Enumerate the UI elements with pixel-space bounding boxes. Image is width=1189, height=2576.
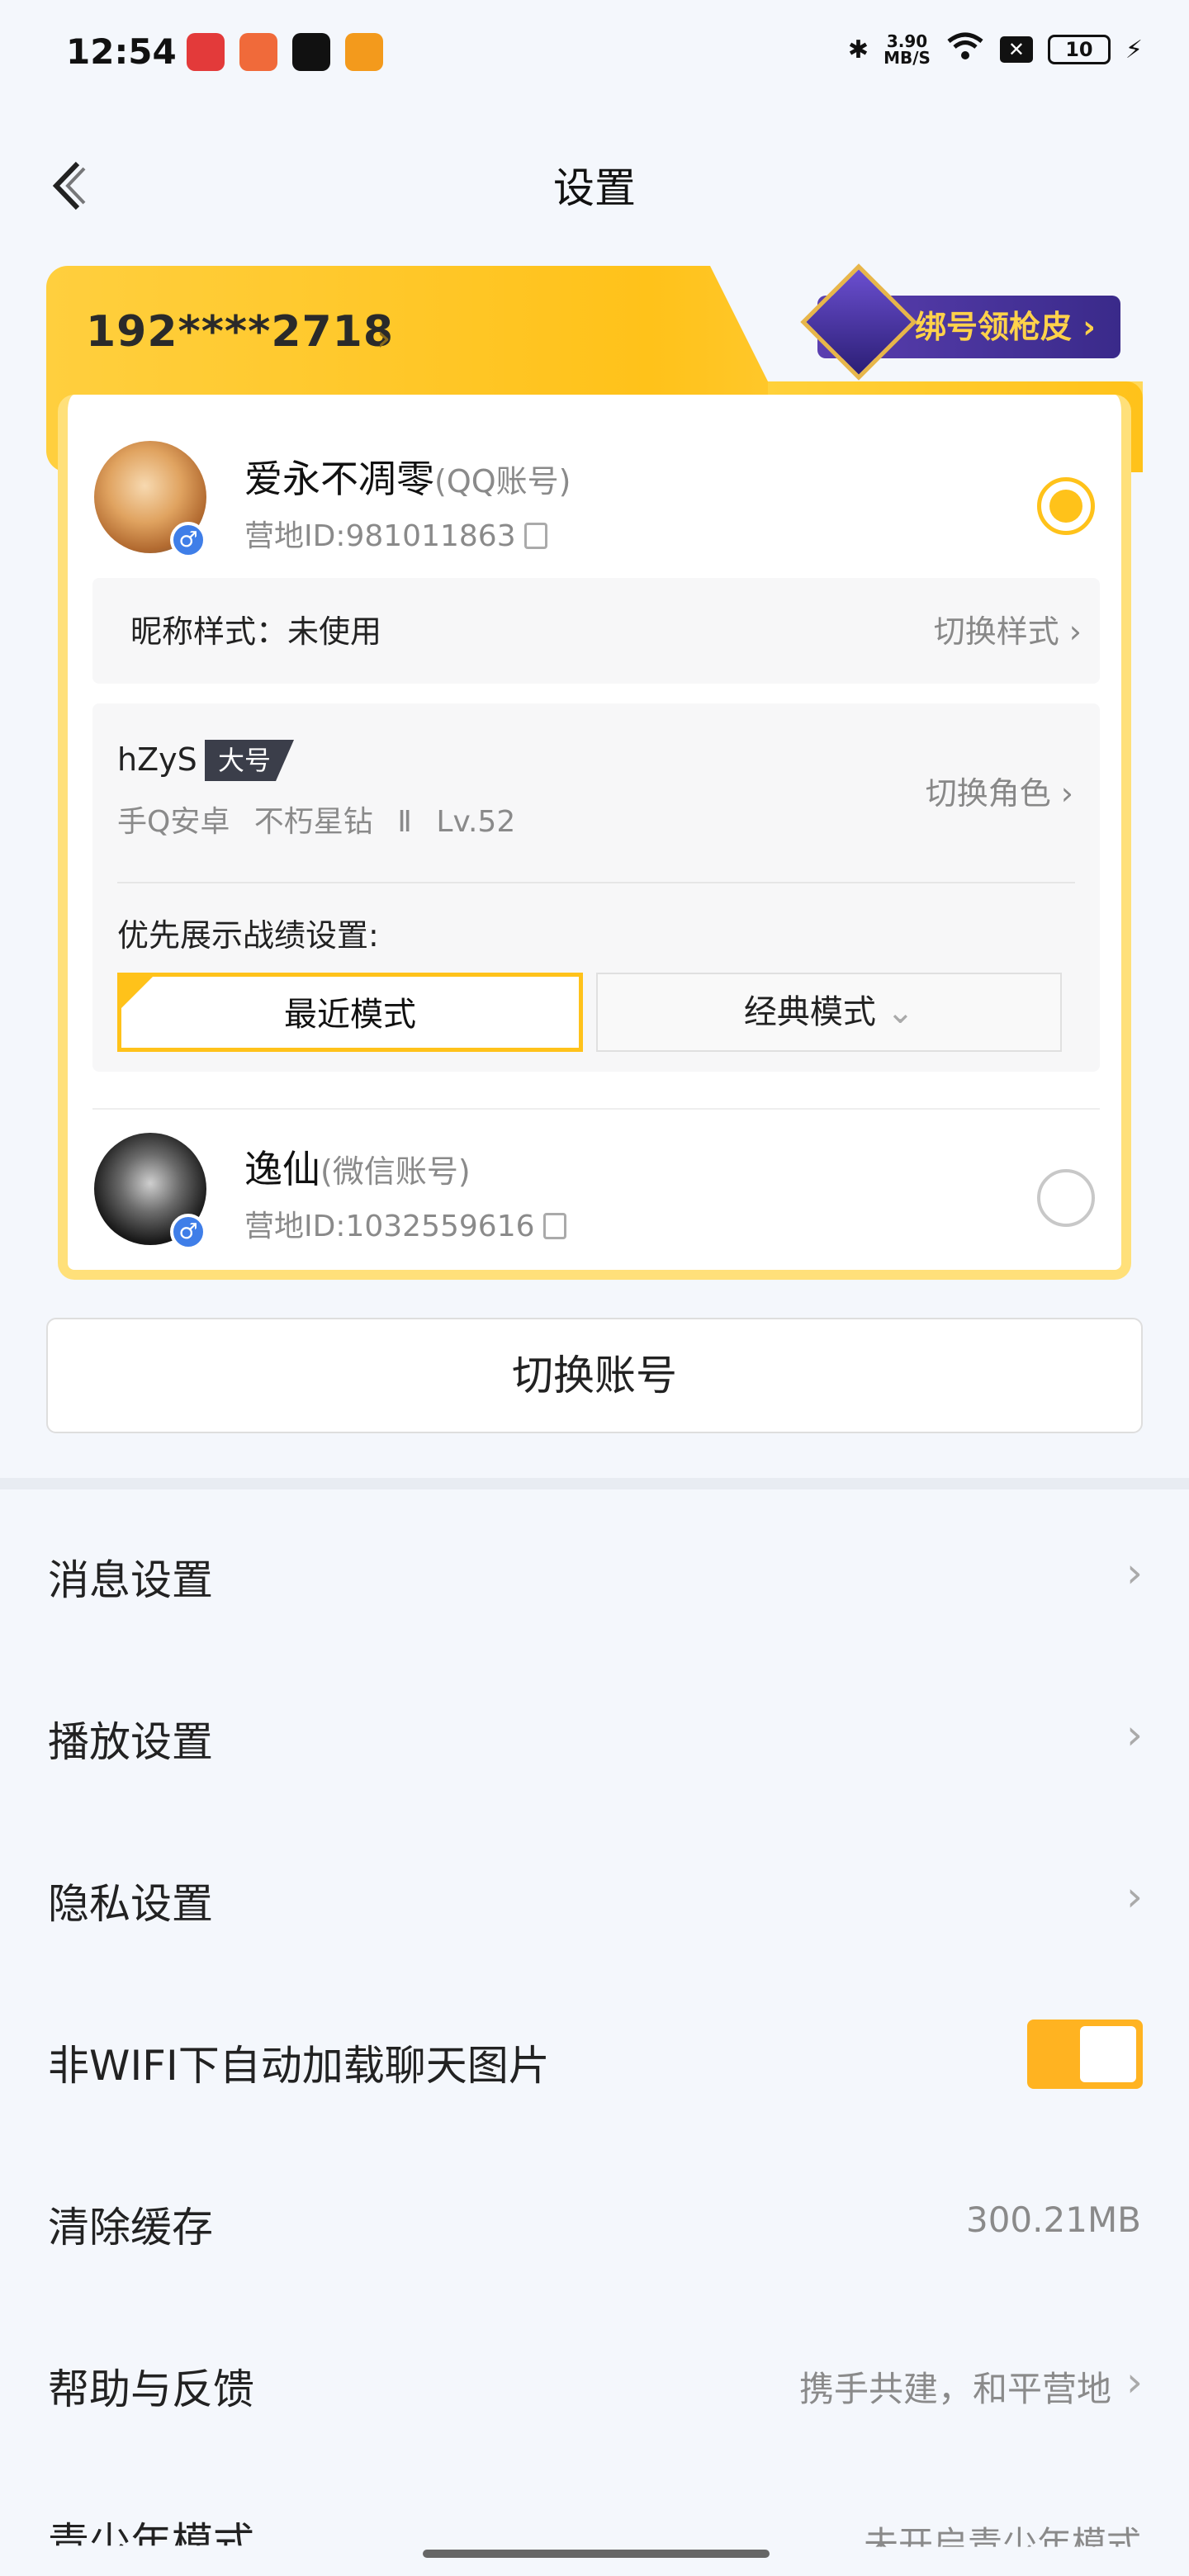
setting-label: 非WIFI下自动加载聊天图片 <box>48 2042 550 2090</box>
account-radio-selected[interactable] <box>1037 477 1095 535</box>
classic-mode-label: 经典模式 <box>743 993 876 1031</box>
phone-chevron-icon: › <box>377 317 391 359</box>
shopping-icon <box>345 33 383 71</box>
youth-mode-value: 未开启青少年模式 <box>863 2524 1141 2564</box>
tiktok-icon <box>292 33 330 71</box>
account-name: 逸仙 <box>244 1147 320 1191</box>
switch-style-label: 切换样式 <box>933 613 1059 650</box>
camp-id: 营地ID:1032559616 <box>244 1202 566 1245</box>
classic-mode-dropdown[interactable]: 经典模式 ⌄ <box>596 973 1062 1052</box>
battery-indicator: 10 <box>1047 35 1111 64</box>
camp-id: 营地ID:981011863 <box>244 512 547 555</box>
nickname-style-label: 昵称样式：未使用 <box>130 613 382 650</box>
chevron-right-icon: › <box>1082 309 1096 345</box>
setting-label: 清除缓存 <box>48 2204 213 2252</box>
youth-mode-label[interactable]: 青少年模式 <box>48 2510 254 2545</box>
sim-off-icon: ✕ <box>999 36 1033 63</box>
chevron-right-icon: › <box>1060 775 1073 812</box>
help-feedback-row[interactable]: 帮助与反馈 携手共建，和平营地 › <box>0 2302 1189 2464</box>
divider <box>117 882 1075 883</box>
divider <box>92 1108 1100 1110</box>
setting-label: 帮助与反馈 <box>48 2365 254 2413</box>
role-name: hZyS <box>117 741 197 778</box>
switch-role-button[interactable]: 切换角色 › <box>926 768 1073 813</box>
app-notification-icon <box>187 33 225 71</box>
recent-mode-label: 最近模式 <box>284 996 416 1034</box>
account-radio-unselected[interactable] <box>1037 1169 1095 1227</box>
net-speed: 3.90 MB/S <box>883 31 931 68</box>
chevron-right-icon: › <box>1126 1873 1143 1920</box>
chevron-right-icon: › <box>1068 613 1082 650</box>
auto-load-images-toggle[interactable] <box>1027 2020 1143 2089</box>
account-name-row: 爱永不凋零(QQ账号) <box>244 449 571 504</box>
account-type: (QQ账号) <box>434 463 571 500</box>
bluetooth-icon: ✱ <box>847 35 869 64</box>
playback-settings-row[interactable]: 播放设置 › <box>0 1655 1189 1816</box>
status-bar: 12:54 ✱ 3.90 MB/S ✕ 10 ⚡ <box>0 0 1189 107</box>
male-gender-icon: ♂ <box>170 522 206 558</box>
game-notification-icon <box>239 33 277 71</box>
role-meta: 手Q安卓 不朽星钻 Ⅱ Lv.52 <box>117 798 515 841</box>
camp-id-text: 营地ID:1032559616 <box>244 1210 535 1243</box>
chevron-right-icon: › <box>1126 2358 1143 2406</box>
role-level: Lv.52 <box>436 805 516 839</box>
role-rank: 不朽星钻 Ⅱ <box>253 805 412 839</box>
bound-phone-number[interactable]: 192****2718 <box>86 307 394 357</box>
section-divider <box>0 1478 1189 1489</box>
cache-size: 300.21MB <box>965 2200 1141 2240</box>
status-time: 12:54 <box>66 31 177 72</box>
record-pref-label: 优先展示战绩设置: <box>117 917 379 954</box>
status-app-icons <box>187 33 383 71</box>
account-name: 爱永不凋零 <box>244 457 434 501</box>
chevron-right-icon: › <box>1126 1549 1143 1597</box>
setting-label: 隐私设置 <box>48 1880 213 1928</box>
help-value: 携手共建，和平营地 <box>798 2369 1111 2409</box>
setting-label: 消息设置 <box>48 1556 213 1604</box>
camp-id-text: 营地ID:981011863 <box>244 519 516 553</box>
message-settings-row[interactable]: 消息设置 › <box>0 1493 1189 1655</box>
bind-promo-label: 绑号领枪皮 <box>915 309 1073 345</box>
male-gender-icon: ♂ <box>170 1214 206 1250</box>
copy-icon[interactable] <box>523 523 547 549</box>
switch-role-label: 切换角色 <box>925 775 1051 812</box>
auto-load-images-row: 非WIFI下自动加载聊天图片 <box>0 1978 1189 2140</box>
privacy-settings-row[interactable]: 隐私设置 › <box>0 1816 1189 1978</box>
chevron-right-icon: › <box>1126 1711 1143 1759</box>
setting-label: 播放设置 <box>48 1718 213 1766</box>
charging-icon: ⚡ <box>1125 35 1143 64</box>
account-name-row: 逸仙(微信账号) <box>244 1139 471 1194</box>
copy-icon[interactable] <box>542 1213 566 1239</box>
role-platform: 手Q安卓 <box>117 805 230 839</box>
switch-account-button[interactable]: 切换账号 <box>46 1318 1143 1433</box>
wifi-icon <box>945 31 985 68</box>
page-title: 设置 <box>553 164 636 212</box>
switch-style-button[interactable]: 切换样式 › <box>934 606 1082 651</box>
chevron-down-icon: ⌄ <box>886 993 915 1031</box>
clear-cache-row[interactable]: 清除缓存 300.21MB <box>0 2140 1189 2302</box>
toggle-knob <box>1080 2026 1136 2082</box>
status-indicators: ✱ 3.90 MB/S ✕ 10 ⚡ <box>848 31 1143 68</box>
home-indicator[interactable] <box>423 2550 770 2558</box>
recent-mode-button[interactable]: 最近模式 <box>117 973 583 1052</box>
account-type: (微信账号) <box>320 1153 471 1190</box>
